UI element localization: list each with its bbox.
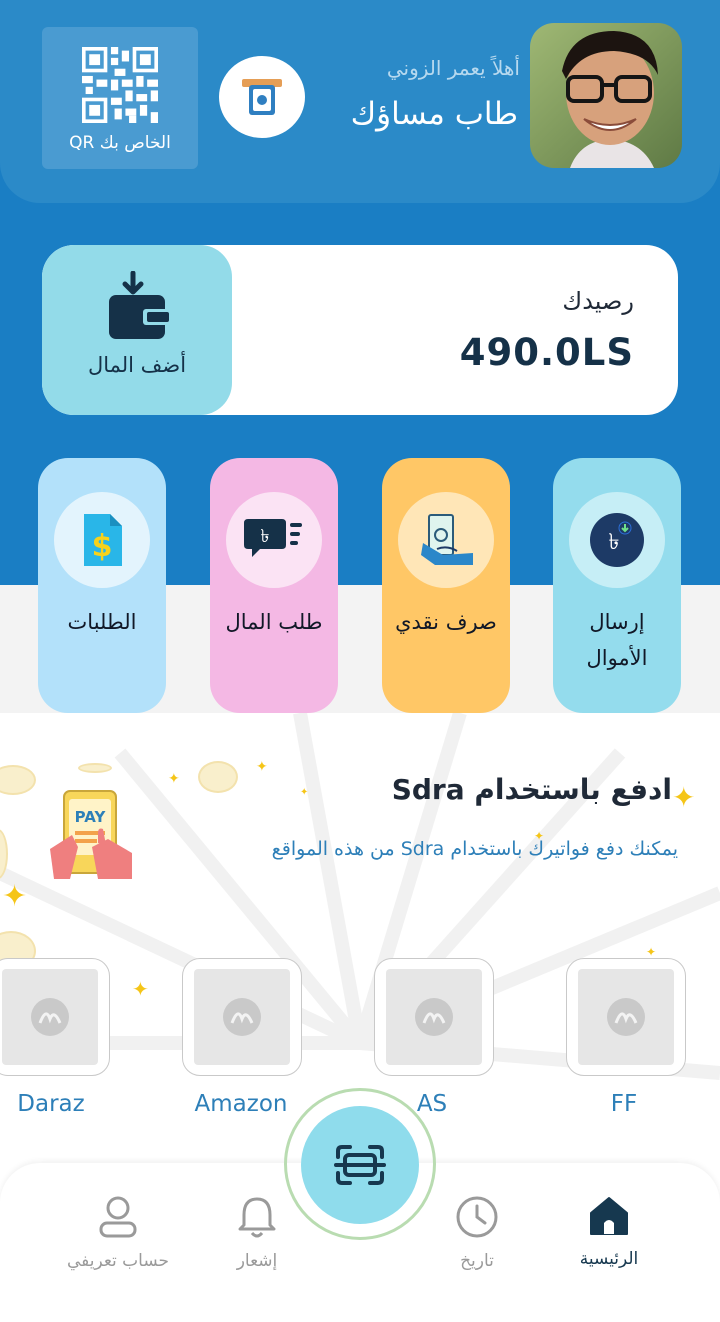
qr-label: QR الخاص بك bbox=[69, 133, 171, 153]
sparkle-icon: ✦ bbox=[300, 787, 309, 798]
send-money-icon-circle: ৳ bbox=[569, 492, 665, 588]
pay-subtitle: يمكنك دفع فواتيرك باستخدام Sdra من هذه ا… bbox=[271, 838, 678, 860]
svg-text:৳: ৳ bbox=[261, 526, 270, 547]
atm-cash-icon bbox=[242, 79, 282, 115]
sparkle-icon: ✦ bbox=[672, 781, 696, 814]
coin-decoration bbox=[78, 763, 112, 773]
merchant-amazon-logo bbox=[194, 969, 290, 1065]
nav-home[interactable]: الرئيسية bbox=[534, 1195, 684, 1269]
add-money-button[interactable]: أضف المال bbox=[42, 245, 232, 415]
add-money-label: أضف المال bbox=[87, 353, 187, 377]
nav-profile-label: حساب تعريفي bbox=[66, 1251, 170, 1271]
cash-out-label: صرف نقدي bbox=[395, 610, 497, 634]
wallet-download-icon bbox=[109, 271, 169, 339]
balance-label: رصيدك bbox=[562, 287, 634, 315]
merchant-ff-logo bbox=[578, 969, 674, 1065]
avatar[interactable] bbox=[530, 23, 682, 168]
send-money-button[interactable]: ৳ إرسال الأموال bbox=[553, 458, 681, 713]
request-money-icon-circle: ৳ bbox=[226, 492, 322, 588]
requests-label: الطلبات bbox=[67, 610, 137, 634]
merchant-as-card[interactable] bbox=[374, 958, 494, 1076]
svg-text:$: $ bbox=[92, 529, 113, 564]
requests-icon-circle: $ bbox=[54, 492, 150, 588]
placeholder-logo-icon bbox=[223, 998, 261, 1036]
nav-profile[interactable]: حساب تعريفي bbox=[43, 1195, 193, 1271]
requests-button[interactable]: $ الطلبات bbox=[38, 458, 166, 713]
greeting-text: أهلاً يعمر الزوني bbox=[386, 56, 520, 80]
placeholder-logo-icon bbox=[607, 998, 645, 1036]
balance-value: 490.0LS bbox=[459, 331, 634, 374]
merchant-as-logo bbox=[386, 969, 482, 1065]
cash-out-button[interactable]: صرف نقدي bbox=[382, 458, 510, 713]
atm-button[interactable] bbox=[219, 56, 305, 138]
svg-text:৳: ৳ bbox=[609, 530, 620, 555]
merchant-daraz-name: Daraz bbox=[17, 1091, 85, 1117]
qr-button[interactable]: QR الخاص بك bbox=[42, 27, 198, 169]
cash-out-icon bbox=[421, 514, 473, 565]
request-money-icon: ৳ bbox=[244, 519, 302, 557]
merchant-ff-card[interactable] bbox=[566, 958, 686, 1076]
bell-icon bbox=[238, 1197, 276, 1238]
pay-illustration-text: PAY bbox=[75, 808, 107, 826]
sparkle-icon: ✦ bbox=[132, 977, 149, 1001]
scan-icon bbox=[334, 1145, 386, 1185]
home-icon bbox=[590, 1197, 628, 1235]
pay-title: ادفع باستخدام Sdra bbox=[391, 773, 672, 806]
user-icon bbox=[99, 1196, 137, 1238]
send-money-label: إرسال الأموال bbox=[586, 610, 648, 670]
request-money-button[interactable]: ৳ طلب المال bbox=[210, 458, 338, 713]
nav-history-label: تاريخ bbox=[460, 1251, 494, 1271]
merchant-daraz-logo bbox=[2, 969, 98, 1065]
merchant-amazon-name: Amazon bbox=[194, 1091, 288, 1117]
invoice-dollar-icon: $ bbox=[84, 514, 122, 566]
header-card: QR الخاص بك أهلاً يعمر الزوني طاب مساؤك bbox=[0, 0, 720, 203]
sparkle-icon: ✦ bbox=[256, 759, 268, 775]
merchant-ff-name: FF bbox=[610, 1091, 638, 1117]
nav-notifications-label: إشعار bbox=[236, 1251, 278, 1271]
merchant-amazon-card[interactable] bbox=[182, 958, 302, 1076]
coin-decoration bbox=[198, 761, 238, 793]
request-money-label: طلب المال bbox=[225, 610, 323, 634]
placeholder-logo-icon bbox=[415, 998, 453, 1036]
qr-code-icon bbox=[82, 47, 158, 123]
balance-card: أضف المال رصيدك 490.0LS bbox=[42, 245, 678, 415]
sparkle-icon: ✦ bbox=[168, 771, 180, 787]
cash-out-icon-circle bbox=[398, 492, 494, 588]
placeholder-logo-icon bbox=[31, 998, 69, 1036]
scan-button[interactable] bbox=[301, 1106, 419, 1224]
sparkle-icon: ✦ bbox=[2, 879, 28, 914]
merchant-daraz-card[interactable] bbox=[0, 958, 110, 1076]
avatar-photo bbox=[530, 23, 682, 168]
sparkle-icon: ✦ bbox=[646, 945, 657, 959]
nav-history[interactable]: تاريخ bbox=[402, 1195, 552, 1271]
send-money-icon: ৳ bbox=[590, 513, 644, 567]
user-name: طاب مساؤك bbox=[350, 96, 518, 132]
nav-home-label: الرئيسية bbox=[579, 1249, 639, 1269]
pay-illustration: PAY bbox=[48, 789, 138, 889]
clock-icon bbox=[456, 1196, 498, 1238]
